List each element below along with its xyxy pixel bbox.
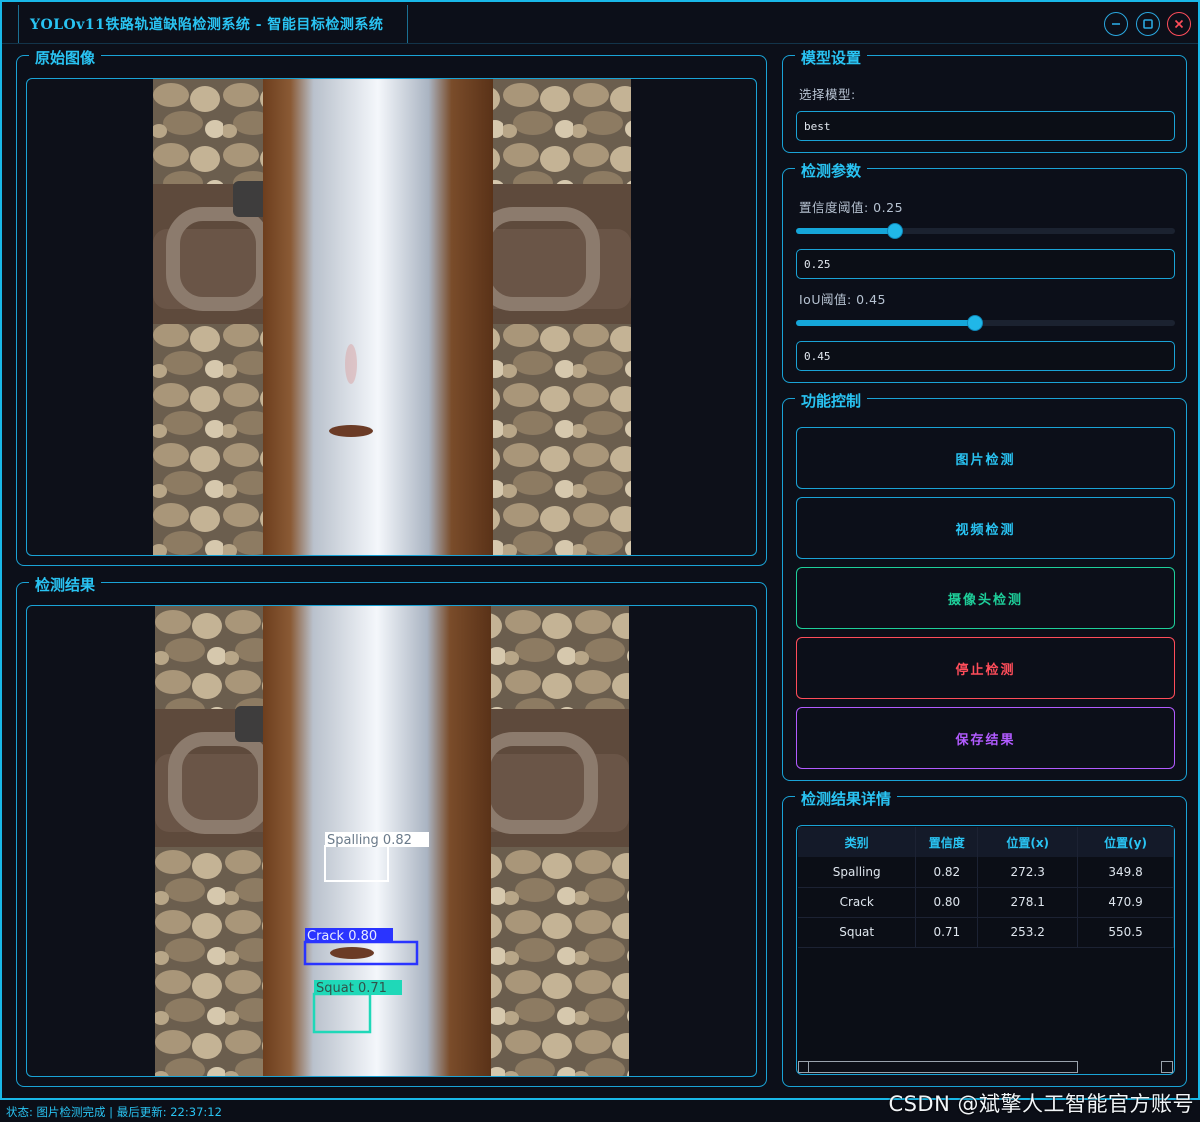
iou-input[interactable]: 0.45 xyxy=(796,341,1175,371)
detection-result-title: 检测结果 xyxy=(29,574,102,595)
column-header-class[interactable]: 类别 xyxy=(798,827,917,857)
table-cell: 0.80 xyxy=(915,887,979,918)
app-window: YOLOv11铁路轨道缺陷检测系统 - 智能目标检测系统 原始图像 检测结果 S… xyxy=(0,0,1200,1100)
result-details-title: 检测结果详情 xyxy=(795,788,898,809)
model-select-label: 选择模型: xyxy=(799,87,856,102)
table-cell: 272.3 xyxy=(977,857,1079,888)
model-settings-title: 模型设置 xyxy=(795,47,868,68)
table-cell: 253.2 xyxy=(977,917,1079,948)
detection-label-spalling: Spalling 0.82 xyxy=(327,833,412,848)
table-cell: 470.9 xyxy=(1077,887,1174,918)
detection-result-frame: Spalling 0.82 Crack 0.80 Squat 0.71 xyxy=(26,605,757,1077)
image-detect-button[interactable]: 图片检测 xyxy=(796,427,1175,489)
confidence-input[interactable]: 0.25 xyxy=(796,249,1175,279)
column-header-confidence[interactable]: 置信度 xyxy=(915,827,979,857)
original-image-panel: 原始图像 xyxy=(16,47,767,566)
table-cell: 550.5 xyxy=(1077,917,1174,948)
table-row[interactable]: Squat 0.71 253.2 550.5 xyxy=(798,917,1174,948)
column-header-x[interactable]: 位置(x) xyxy=(977,827,1079,857)
iou-label: IoU阈值: 0.45 xyxy=(799,292,887,307)
close-icon xyxy=(1174,19,1184,29)
detection-params-title: 检测参数 xyxy=(795,160,868,181)
scroll-left-arrow[interactable] xyxy=(799,1062,809,1072)
iou-slider[interactable] xyxy=(796,315,1175,331)
title-bar: YOLOv11铁路轨道缺陷检测系统 - 智能目标检测系统 xyxy=(2,2,1198,44)
title-divider xyxy=(2,43,1198,44)
table-row[interactable]: Crack 0.80 278.1 470.9 xyxy=(798,887,1174,918)
watermark: CSDN @斌擎人工智能官方账号 xyxy=(888,1092,1194,1116)
confidence-slider[interactable] xyxy=(796,223,1175,239)
table-cell: 278.1 xyxy=(977,887,1079,918)
close-button[interactable] xyxy=(1167,12,1191,36)
window-title: YOLOv11铁路轨道缺陷检测系统 - 智能目标检测系统 xyxy=(30,17,384,33)
result-rail-image: Spalling 0.82 Crack 0.80 Squat 0.71 xyxy=(155,606,629,1076)
scroll-right-arrow[interactable] xyxy=(1161,1061,1173,1073)
stop-detect-button[interactable]: 停止检测 xyxy=(796,637,1175,699)
table-row[interactable]: Spalling 0.82 272.3 349.8 xyxy=(798,857,1174,888)
table-cell: Crack xyxy=(798,887,917,918)
result-table-header: 类别 置信度 位置(x) 位置(y) xyxy=(798,827,1174,857)
horizontal-scrollbar[interactable] xyxy=(798,1061,1078,1073)
save-results-button[interactable]: 保存结果 xyxy=(796,707,1175,769)
video-detect-button[interactable]: 视频检测 xyxy=(796,497,1175,559)
minimize-button[interactable] xyxy=(1104,12,1128,36)
table-cell: Spalling xyxy=(798,857,917,888)
table-cell: 0.71 xyxy=(915,917,979,948)
original-rail-image xyxy=(153,79,631,555)
minimize-icon xyxy=(1112,23,1120,25)
detection-result-panel: 检测结果 Spalling 0.82 Crack 0.80 Squat 0.71 xyxy=(16,574,767,1087)
detection-label-squat: Squat 0.71 xyxy=(316,981,387,996)
iou-slider-handle[interactable] xyxy=(967,315,983,331)
function-control-title: 功能控制 xyxy=(795,390,868,411)
confidence-slider-fill xyxy=(796,228,895,234)
table-cell: 0.82 xyxy=(915,857,979,888)
iou-slider-fill xyxy=(796,320,975,326)
table-cell: 349.8 xyxy=(1077,857,1174,888)
detection-label-crack: Crack 0.80 xyxy=(307,929,377,944)
confidence-slider-handle[interactable] xyxy=(887,223,903,239)
column-header-y[interactable]: 位置(y) xyxy=(1077,827,1174,857)
result-table: 类别 置信度 位置(x) 位置(y) Spalling 0.82 272.3 3… xyxy=(798,827,1174,948)
confidence-label: 置信度阈值: 0.25 xyxy=(799,200,904,215)
table-cell: Squat xyxy=(798,917,917,948)
maximize-icon xyxy=(1143,19,1153,29)
original-image-frame xyxy=(26,78,757,556)
camera-detect-button[interactable]: 摄像头检测 xyxy=(796,567,1175,629)
maximize-button[interactable] xyxy=(1136,12,1160,36)
model-select[interactable]: best xyxy=(796,111,1175,141)
original-image-title: 原始图像 xyxy=(29,47,102,68)
